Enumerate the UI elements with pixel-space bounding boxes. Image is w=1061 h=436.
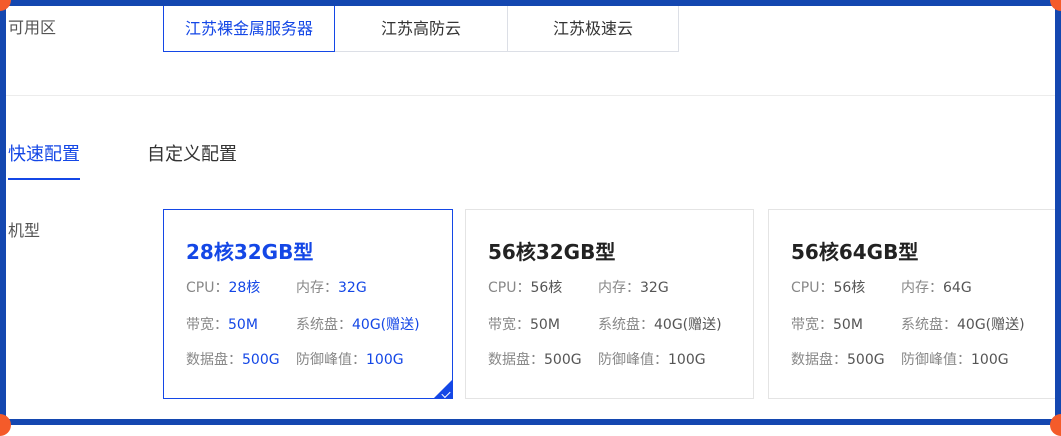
spec-sysdisk-label: 系统盘： bbox=[296, 317, 352, 333]
spec-cpu-label: CPU： bbox=[186, 280, 229, 296]
spec-bw-label: 带宽： bbox=[186, 317, 228, 333]
spec-mem-value: 64G bbox=[943, 280, 972, 296]
spec-sysdisk-value: 40G(赠送) bbox=[352, 317, 420, 333]
spec-bw: 带宽：50M bbox=[186, 314, 258, 334]
model-card[interactable]: 56核64GB型 CPU：56核 内存：64G 带宽：50M 系统盘：40G(赠送) 数据… bbox=[768, 209, 1058, 399]
spec-ddos-value: 100G bbox=[971, 352, 1009, 368]
spec-ddos-label: 防御峰值： bbox=[296, 352, 366, 368]
spec-ddos-value: 100G bbox=[668, 352, 706, 368]
spec-mem: 内存：32G bbox=[598, 277, 669, 297]
spec-bw-value: 50M bbox=[530, 317, 560, 333]
resize-handle-top-right[interactable] bbox=[1050, 0, 1061, 11]
spec-bw: 带宽：50M bbox=[488, 314, 560, 334]
zone-tab-jiangsu-bare-metal[interactable]: 江苏裸金属服务器 bbox=[163, 4, 335, 52]
spec-sysdisk-value: 40G(赠送) bbox=[654, 317, 722, 333]
spec-sysdisk: 系统盘：40G(赠送) bbox=[598, 314, 722, 334]
tab-custom-config[interactable]: 自定义配置 bbox=[147, 140, 237, 178]
zone-label: 可用区 bbox=[8, 18, 57, 37]
spec-datadisk: 数据盘：500G bbox=[488, 349, 582, 369]
spec-datadisk-label: 数据盘： bbox=[186, 352, 242, 368]
spec-cpu-label: CPU： bbox=[488, 280, 531, 296]
model-label: 机型 bbox=[8, 221, 41, 240]
spec-ddos-label: 防御峰值： bbox=[598, 352, 668, 368]
spec-bw-label: 带宽： bbox=[488, 317, 530, 333]
spec-bw: 带宽：50M bbox=[791, 314, 863, 334]
spec-datadisk-label: 数据盘： bbox=[791, 352, 847, 368]
resize-handle-bottom-right[interactable] bbox=[1050, 414, 1061, 436]
spec-datadisk-value: 500G bbox=[544, 352, 582, 368]
spec-cpu-label: CPU： bbox=[791, 280, 834, 296]
spec-datadisk-value: 500G bbox=[242, 352, 280, 368]
spec-cpu: CPU：56核 bbox=[791, 277, 865, 297]
spec-cpu-value: 28核 bbox=[228, 280, 261, 296]
spec-mem-value: 32G bbox=[640, 280, 669, 296]
zone-tab-jiangsu-high-defense[interactable]: 江苏高防云 bbox=[335, 4, 508, 52]
spec-sysdisk-value: 40G(赠送) bbox=[957, 317, 1025, 333]
tab-quick-config[interactable]: 快速配置 bbox=[8, 140, 80, 180]
model-card[interactable]: 56核32GB型 CPU：56核 内存：32G 带宽：50M 系统盘：40G(赠送) 数据… bbox=[465, 209, 754, 399]
spec-mem-value: 32G bbox=[338, 280, 367, 296]
spec-cpu: CPU：28核 bbox=[186, 277, 260, 297]
spec-ddos: 防御峰值：100G bbox=[296, 349, 404, 369]
spec-cpu-value: 56核 bbox=[530, 280, 563, 296]
model-card[interactable]: 28核32GB型 CPU：28核 内存：32G 带宽：50M 系统盘：40G(赠送) 数据… bbox=[163, 209, 453, 399]
zone-tabs: 江苏裸金属服务器 江苏高防云 江苏极速云 bbox=[163, 4, 679, 52]
spec-ddos-label: 防御峰值： bbox=[901, 352, 971, 368]
spec-ddos-value: 100G bbox=[366, 352, 404, 368]
spec-ddos: 防御峰值：100G bbox=[901, 349, 1009, 369]
spec-datadisk: 数据盘：500G bbox=[186, 349, 280, 369]
spec-bw-value: 50M bbox=[228, 317, 258, 333]
spec-mem-label: 内存： bbox=[296, 280, 338, 296]
resize-handle-top-left[interactable] bbox=[0, 0, 11, 11]
spec-sysdisk: 系统盘：40G(赠送) bbox=[901, 314, 1025, 334]
model-card-title: 56核32GB型 bbox=[488, 240, 616, 264]
model-card-title: 56核64GB型 bbox=[791, 240, 919, 264]
spec-datadisk-value: 500G bbox=[847, 352, 885, 368]
spec-ddos: 防御峰值：100G bbox=[598, 349, 706, 369]
spec-sysdisk-label: 系统盘： bbox=[901, 317, 957, 333]
zone-tab-jiangsu-fast-cloud[interactable]: 江苏极速云 bbox=[508, 4, 679, 52]
spec-sysdisk-label: 系统盘： bbox=[598, 317, 654, 333]
spec-sysdisk: 系统盘：40G(赠送) bbox=[296, 314, 420, 334]
resize-handle-bottom-left[interactable] bbox=[0, 414, 11, 436]
section-divider bbox=[6, 95, 1055, 96]
model-card-title: 28核32GB型 bbox=[186, 240, 314, 264]
spec-mem: 内存：32G bbox=[296, 277, 367, 297]
spec-bw-label: 带宽： bbox=[791, 317, 833, 333]
spec-cpu: CPU：56核 bbox=[488, 277, 562, 297]
spec-mem-label: 内存： bbox=[901, 280, 943, 296]
spec-mem: 内存：64G bbox=[901, 277, 972, 297]
spec-datadisk-label: 数据盘： bbox=[488, 352, 544, 368]
spec-cpu-value: 56核 bbox=[833, 280, 866, 296]
spec-mem-label: 内存： bbox=[598, 280, 640, 296]
spec-bw-value: 50M bbox=[833, 317, 863, 333]
spec-datadisk: 数据盘：500G bbox=[791, 349, 885, 369]
